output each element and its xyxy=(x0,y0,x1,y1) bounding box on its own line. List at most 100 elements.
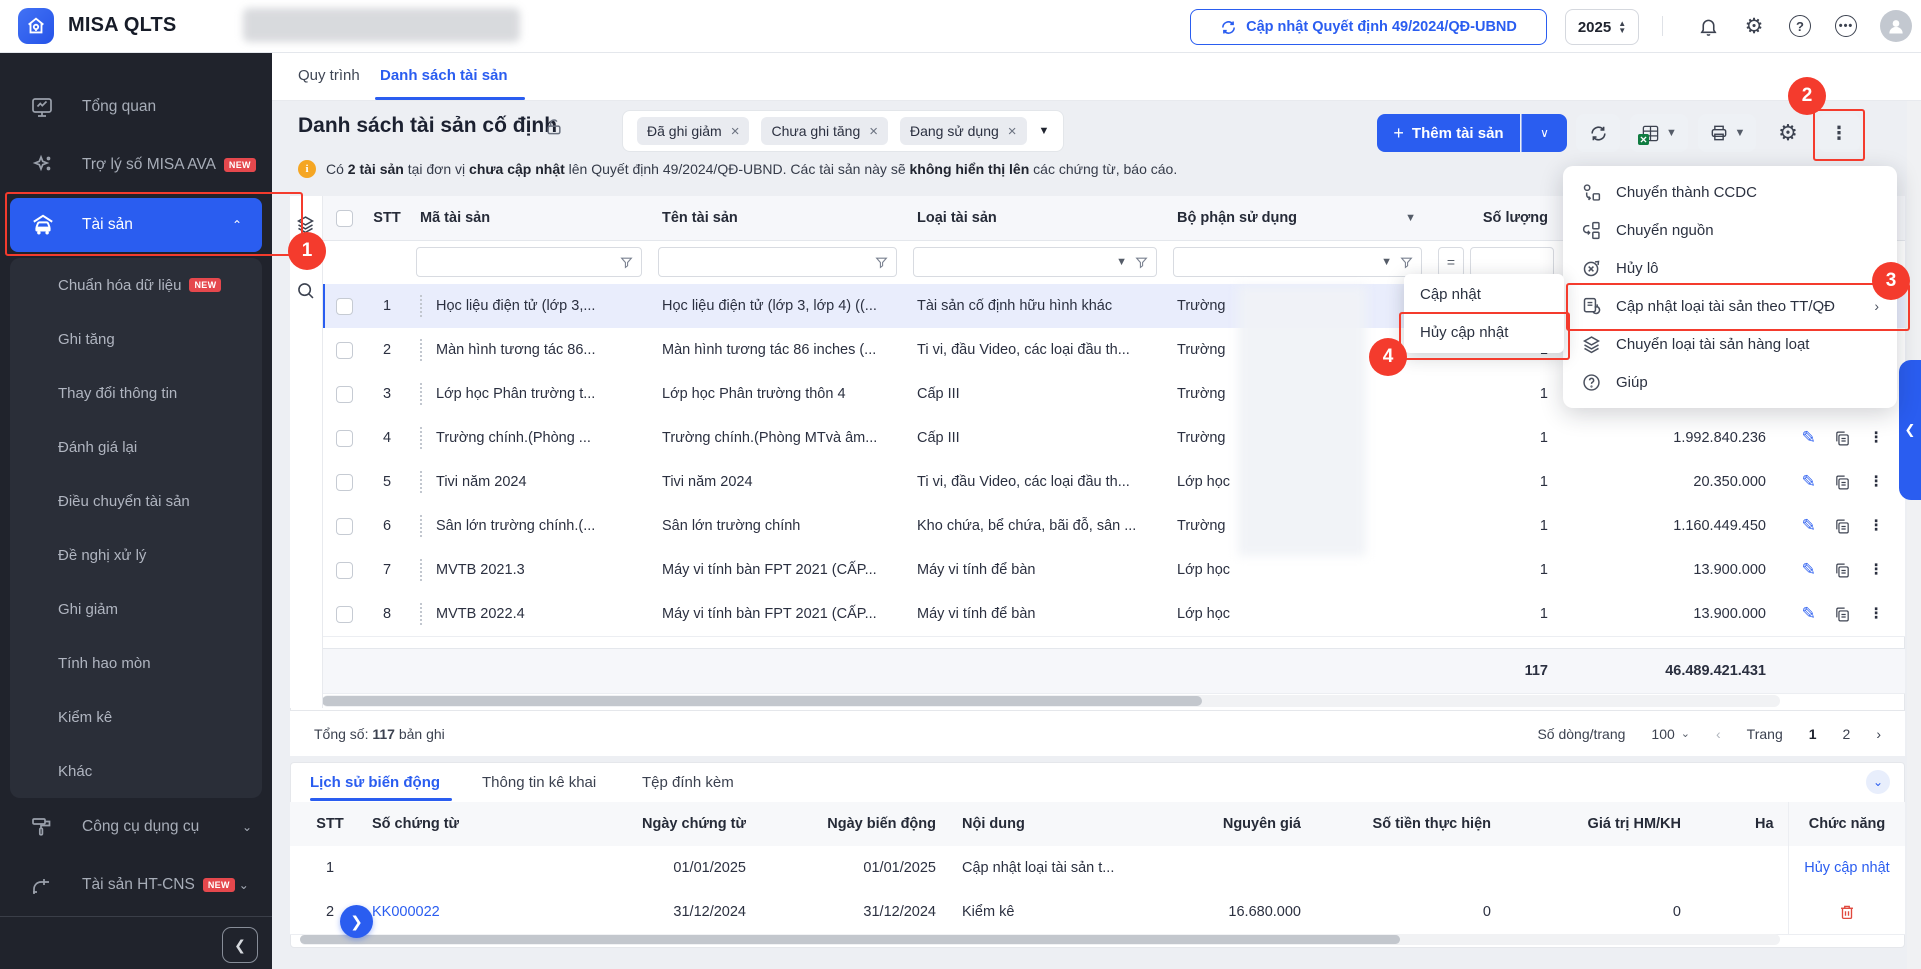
col-header-so-luong[interactable]: Số lượng xyxy=(1430,196,1562,240)
duplicate-icon[interactable] xyxy=(1834,606,1851,623)
edit-icon[interactable]: ✎ xyxy=(1802,604,1816,624)
funnel-icon[interactable] xyxy=(875,256,888,269)
app-logo[interactable] xyxy=(18,8,54,44)
col-header-bo-phan[interactable]: Bộ phận sử dụng ▼ xyxy=(1165,196,1430,240)
chips-dropdown-icon[interactable]: ▼ xyxy=(1039,125,1050,137)
page-1-button[interactable]: 1 xyxy=(1809,726,1817,742)
table-row[interactable]: 5 Tivi năm 2024 Tivi năm 2024 Ti vi, đầu… xyxy=(322,460,1905,505)
sidebar-item-ava[interactable]: Trợ lý số MISA AVA NEW xyxy=(0,138,272,192)
filter-input-bo-phan[interactable]: ▼ xyxy=(1173,247,1422,277)
filter-input-ma-tai-san[interactable] xyxy=(416,247,642,277)
detail-expand-button[interactable]: ❯ xyxy=(340,905,373,938)
chevron-down-icon[interactable]: ▼ xyxy=(1116,256,1127,268)
duplicate-icon[interactable] xyxy=(1834,562,1851,579)
chevron-down-icon[interactable]: ▼ xyxy=(1381,256,1392,268)
add-asset-dropdown[interactable]: ∨ xyxy=(1521,114,1567,152)
submenu-item-huy-cap-nhat[interactable]: Hủy cập nhật xyxy=(1404,314,1564,351)
search-icon[interactable] xyxy=(295,280,316,301)
sidebar-item-overview[interactable]: Tổng quan xyxy=(0,80,272,134)
row-checkbox[interactable] xyxy=(336,298,353,315)
col-header-stt[interactable]: STT xyxy=(366,196,408,240)
chip-remove-icon[interactable]: × xyxy=(731,123,740,140)
tab-danh-sach-tai-san[interactable]: Danh sách tài sản xyxy=(380,52,508,99)
year-stepper-icon[interactable]: ▲▼ xyxy=(1618,20,1626,34)
settings-button[interactable]: ⚙ xyxy=(1742,14,1766,38)
filter-input-ten-tai-san[interactable] xyxy=(658,247,897,277)
duplicate-icon[interactable] xyxy=(1834,430,1851,447)
scrollbar-thumb[interactable] xyxy=(300,935,1400,944)
select-all-checkbox[interactable] xyxy=(336,210,353,227)
col-header-ten-tai-san[interactable]: Tên tài sản xyxy=(650,196,905,240)
more-actions-button[interactable]: ⋮ xyxy=(1818,114,1860,152)
detail-collapse-button[interactable]: ⌄ xyxy=(1866,770,1890,794)
table-row[interactable]: 8 MVTB 2022.4 Máy vi tính bàn FPT 2021 (… xyxy=(322,592,1905,637)
sidebar-item-htcns[interactable]: Tài sản HT-CNS NEW ⌄ xyxy=(0,858,272,912)
detail-tab-dinh-kem[interactable]: Tệp đính kèm xyxy=(642,762,734,802)
chip-chua-ghi-tang[interactable]: Chưa ghi tăng× xyxy=(761,117,888,145)
help-button[interactable]: ? xyxy=(1788,14,1812,38)
menu-item-giup[interactable]: Giúp xyxy=(1563,363,1897,401)
table-row[interactable]: 4 Trường chính.(Phòng ... Trường chính.(… xyxy=(322,416,1905,461)
filter-input-loai-tai-san[interactable]: ▼ xyxy=(913,247,1157,277)
funnel-icon[interactable] xyxy=(620,256,633,269)
detail-tab-lich-su[interactable]: Lịch sử biến động xyxy=(310,762,440,802)
next-page-button[interactable]: › xyxy=(1876,726,1881,742)
sidebar-item-assets[interactable]: Tài sản ⌃ xyxy=(10,198,262,252)
sidebar-subitem-chuan-hoa[interactable]: Chuẩn hóa dữ liệu NEW xyxy=(10,258,262,312)
sidebar-collapse-button[interactable]: ❮ xyxy=(222,927,258,963)
menu-item-cap-nhat-loai-tt-qd[interactable]: Cập nhật loại tài sản theo TT/QĐ › xyxy=(1563,287,1897,325)
col-header-ma-tai-san[interactable]: Mã tài sản xyxy=(408,196,650,240)
row-menu-icon[interactable]: ⋮ xyxy=(1869,474,1884,490)
scrollbar-thumb[interactable] xyxy=(322,696,1202,706)
refresh-button[interactable] xyxy=(1576,114,1620,152)
document-link[interactable]: KK000022 xyxy=(372,904,440,920)
sidebar-item-tools[interactable]: Công cụ dụng cụ ⌄ xyxy=(0,800,272,854)
row-menu-icon[interactable]: ⋮ xyxy=(1869,562,1884,578)
col-header-loai-tai-san[interactable]: Loại tài sản xyxy=(905,196,1165,240)
row-menu-icon[interactable]: ⋮ xyxy=(1869,606,1884,622)
detail-row[interactable]: 2 KK000022 31/12/2024 31/12/2024 Kiểm kê… xyxy=(290,890,1905,935)
funnel-icon[interactable] xyxy=(1400,256,1413,269)
chip-remove-icon[interactable]: × xyxy=(869,123,878,140)
detail-horizontal-scrollbar[interactable] xyxy=(300,934,1780,945)
print-button[interactable]: ▼ xyxy=(1698,114,1756,152)
sidebar-subitem-ghi-tang[interactable]: Ghi tăng xyxy=(10,312,262,366)
sidebar-subitem-khac[interactable]: Khác xyxy=(10,744,262,798)
chip-da-ghi-giam[interactable]: Đã ghi giảm× xyxy=(637,117,749,145)
row-menu-icon[interactable]: ⋮ xyxy=(1869,430,1884,446)
row-checkbox[interactable] xyxy=(336,430,353,447)
edit-icon[interactable]: ✎ xyxy=(1802,516,1816,536)
unlock-icon[interactable] xyxy=(544,117,564,137)
row-checkbox[interactable] xyxy=(336,562,353,579)
sort-caret-icon[interactable]: ▼ xyxy=(1405,212,1416,224)
duplicate-icon[interactable] xyxy=(1834,518,1851,535)
more-options-button[interactable]: ••• xyxy=(1834,14,1858,38)
funnel-icon[interactable] xyxy=(1135,256,1148,269)
row-checkbox[interactable] xyxy=(336,342,353,359)
sidebar-subitem-dieu-chuyen[interactable]: Điều chuyển tài sản xyxy=(10,474,262,528)
filter-input-so-luong[interactable] xyxy=(1470,247,1554,277)
duplicate-icon[interactable] xyxy=(1834,474,1851,491)
year-selector[interactable]: 2025 ▲▼ xyxy=(1565,9,1639,45)
menu-item-huy-lo[interactable]: Hủy lô xyxy=(1563,249,1897,287)
row-menu-icon[interactable]: ⋮ xyxy=(1869,518,1884,534)
tab-quy-trinh[interactable]: Quy trình xyxy=(298,52,360,99)
row-checkbox[interactable] xyxy=(336,386,353,403)
rows-per-page-select[interactable]: 100⌄ xyxy=(1651,726,1690,742)
page-2-button[interactable]: 2 xyxy=(1843,726,1851,742)
table-row[interactable]: 7 MVTB 2021.3 Máy vi tính bàn FPT 2021 (… xyxy=(322,548,1905,593)
edit-icon[interactable]: ✎ xyxy=(1802,472,1816,492)
row-checkbox[interactable] xyxy=(336,474,353,491)
row-checkbox[interactable] xyxy=(336,606,353,623)
submenu-item-cap-nhat[interactable]: Cập nhật xyxy=(1404,276,1564,314)
vertical-scrollbar-track[interactable] xyxy=(1907,52,1921,969)
undo-update-link[interactable]: Hủy cập nhật xyxy=(1804,860,1889,876)
menu-item-chuyen-thanh-ccdc[interactable]: Chuyển thành CCDC xyxy=(1563,173,1897,211)
sidebar-subitem-kiem-ke[interactable]: Kiểm kê xyxy=(10,690,262,744)
row-checkbox[interactable] xyxy=(336,518,353,535)
edit-icon[interactable]: ✎ xyxy=(1802,428,1816,448)
update-decision-button[interactable]: Cập nhật Quyết định 49/2024/QĐ-UBND xyxy=(1190,9,1547,45)
prev-page-button[interactable]: ‹ xyxy=(1716,726,1721,742)
detail-row[interactable]: 1 01/01/2025 01/01/2025 Cập nhật loại tà… xyxy=(290,846,1905,891)
add-asset-button[interactable]: + Thêm tài sản xyxy=(1377,114,1520,152)
